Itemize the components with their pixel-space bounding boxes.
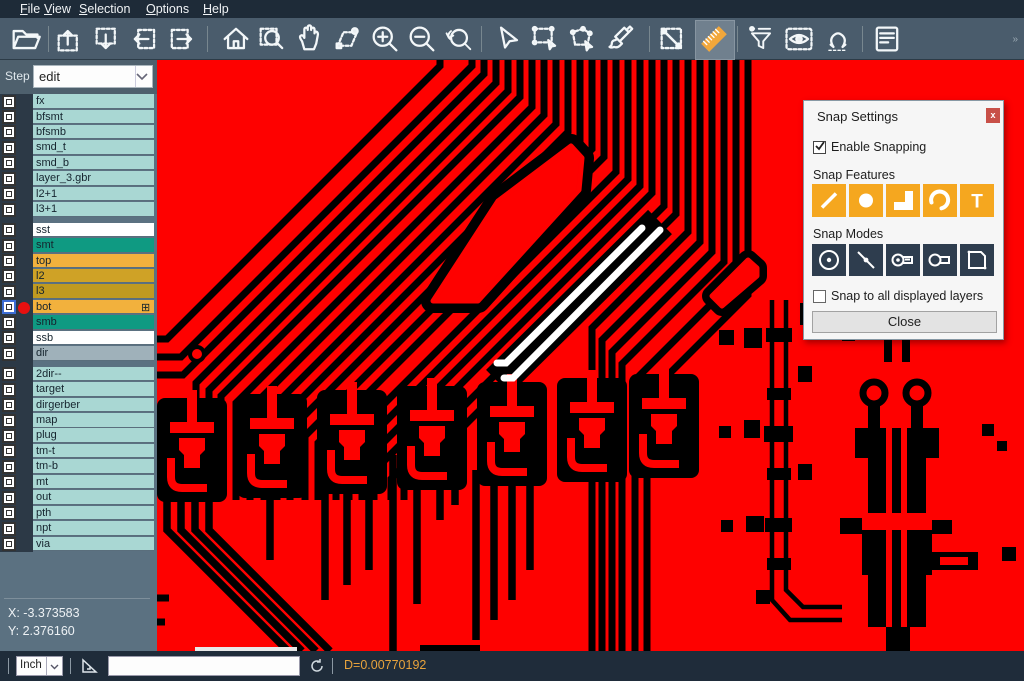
svg-text:T: T	[971, 192, 983, 213]
